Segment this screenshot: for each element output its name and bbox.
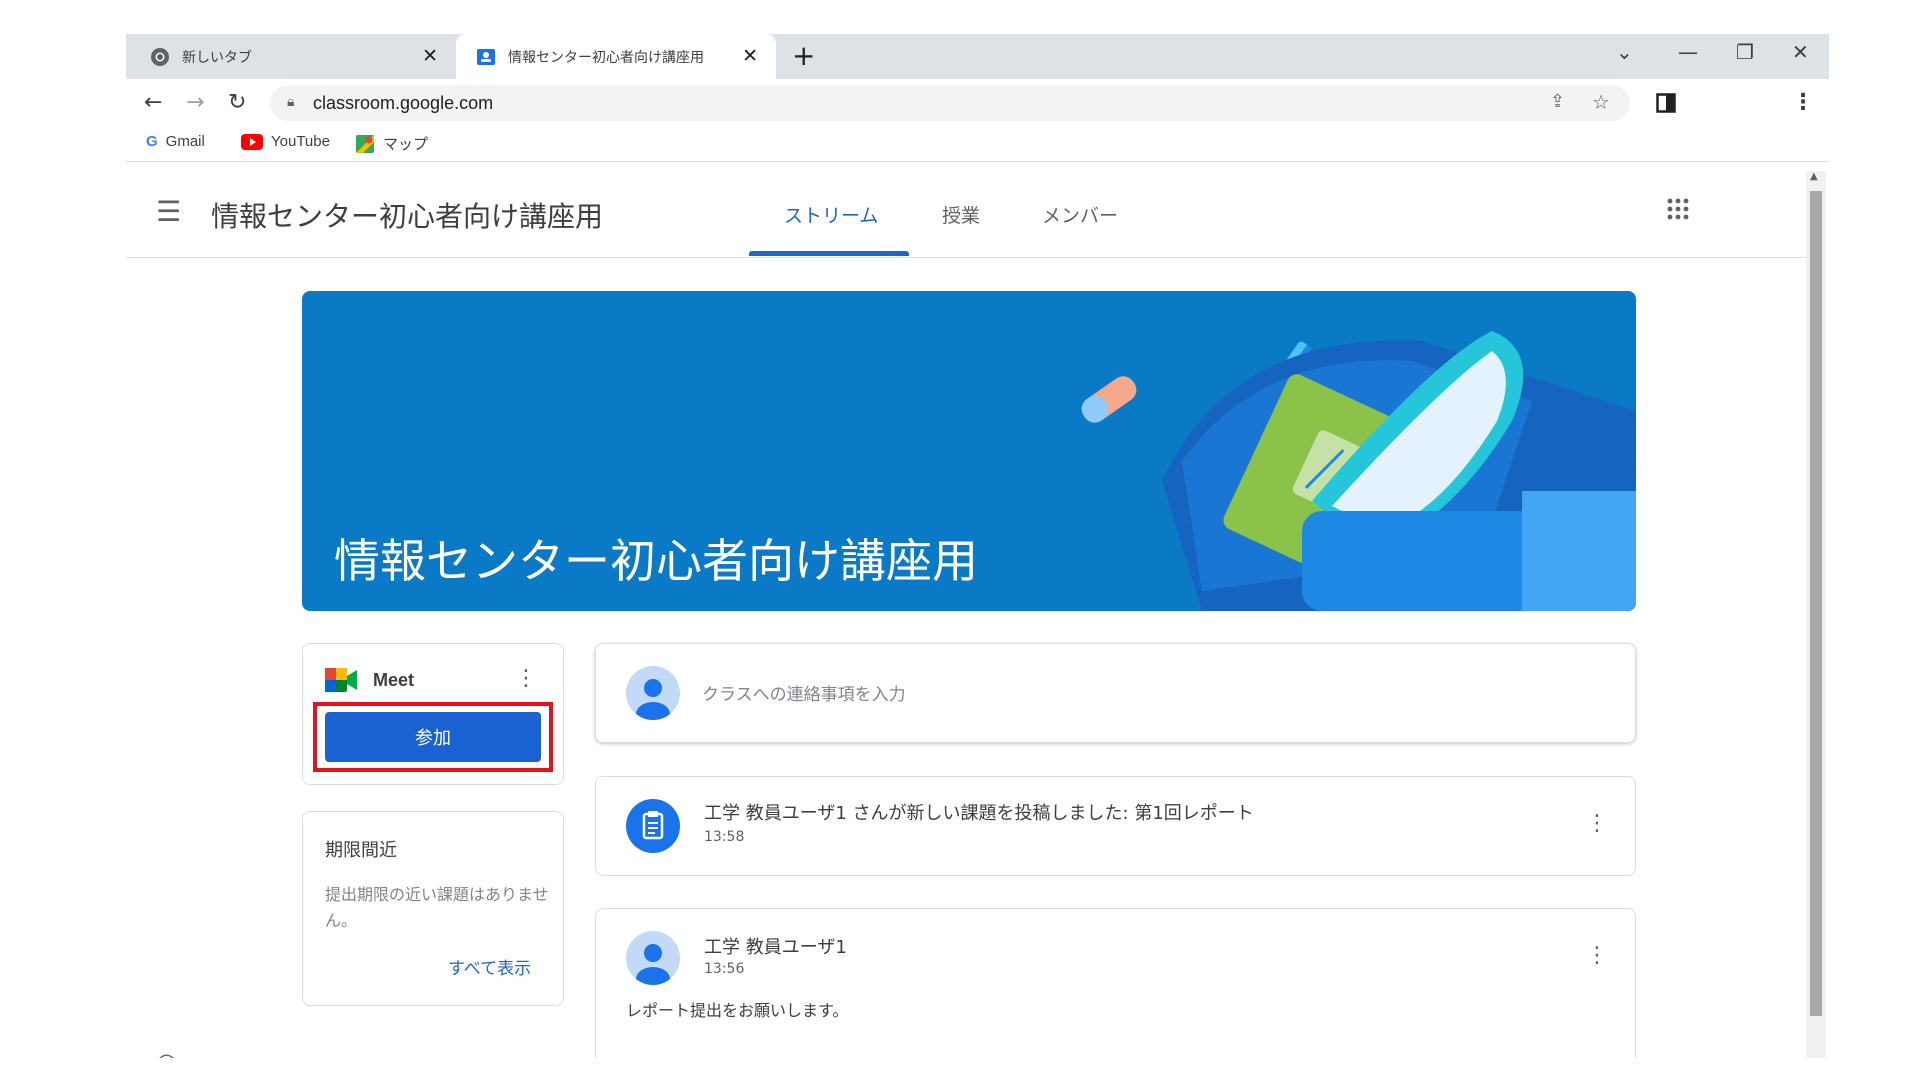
minimize-icon[interactable]: —	[1678, 40, 1698, 64]
browser-window: 新しいタブ ✕ 情報センター初心者向け講座用 ✕ + ⌄ — ❐ ✕ ← → ↻…	[126, 34, 1829, 1058]
classroom-header: ☰ 情報センター初心者向け講座用 ストリーム 授業 メンバー	[126, 171, 1806, 258]
stream-post: 工学 教員ユーザ1 13:56 ⋮ レポート提出をお願いします。	[595, 908, 1636, 1058]
avatar-icon	[626, 666, 680, 720]
scroll-up-icon[interactable]: ▲	[1810, 171, 1818, 182]
more-options-icon[interactable]: ⋮	[515, 666, 537, 691]
new-tab-button[interactable]: +	[792, 39, 815, 72]
tab-stream[interactable]: ストリーム	[784, 201, 878, 228]
bookmark-gmail[interactable]: G Gmail	[146, 133, 205, 150]
reload-icon[interactable]: ↻	[228, 90, 246, 115]
google-apps-icon[interactable]	[1666, 197, 1690, 221]
tab-classwork[interactable]: 授業	[942, 201, 980, 228]
post-time: 13:58	[704, 829, 745, 845]
tab-strip: 新しいタブ ✕ 情報センター初心者向け講座用 ✕ + ⌄ — ❐ ✕	[126, 34, 1829, 79]
scrollbar-thumb[interactable]	[1810, 191, 1822, 1016]
avatar-icon	[626, 931, 680, 985]
address-bar[interactable]: 🔒︎ classroom.google.com ⇪ ☆	[270, 85, 1630, 121]
banner-title[interactable]: 情報センター初心者向け講座用	[334, 525, 978, 591]
restore-icon[interactable]: ❐	[1736, 40, 1754, 64]
tab-members[interactable]: メンバー	[1042, 201, 1118, 228]
bookmark-label: YouTube	[271, 133, 330, 150]
more-options-icon[interactable]: ⋮	[1586, 943, 1608, 968]
post-author: 工学 教員ユーザ1	[704, 937, 847, 958]
post-title[interactable]: 工学 教員ユーザ1 さんが新しい課題を投稿しました: 第1回レポート	[704, 799, 1254, 825]
upcoming-title: 期限間近	[325, 840, 397, 861]
url-text[interactable]: classroom.google.com	[313, 93, 493, 114]
upcoming-card: 期限間近 提出期限の近い課題はありません。 すべて表示	[302, 811, 564, 1006]
close-icon[interactable]: ✕	[422, 45, 438, 67]
join-meet-button[interactable]: 参加	[325, 712, 541, 762]
active-tab-indicator	[749, 251, 909, 256]
post-body: レポート提出をお願いします。	[626, 1001, 849, 1020]
google-icon: G	[146, 133, 158, 150]
bookmarks-bar: G Gmail YouTube マップ	[126, 125, 1829, 162]
browser-toolbar: ← → ↻ 🔒︎ classroom.google.com ⇪ ☆ ⋮	[126, 79, 1829, 125]
hamburger-menu-icon[interactable]: ☰	[156, 195, 181, 228]
help-icon[interactable]: ◎	[156, 1048, 177, 1058]
lock-icon: 🔒︎	[287, 94, 295, 110]
share-icon[interactable]: ⇪	[1550, 91, 1565, 112]
classroom-page: ☰ 情報センター初心者向け講座用 ストリーム 授業 メンバー 情報センター初心者…	[126, 171, 1826, 1058]
tab-title: 新しいタブ	[182, 49, 252, 66]
back-icon[interactable]: ←	[144, 90, 162, 115]
upcoming-empty-message: 提出期限の近い課題はありません。	[325, 885, 549, 930]
bookmark-maps[interactable]: マップ	[355, 133, 428, 154]
classroom-icon	[477, 48, 495, 65]
forward-icon[interactable]: →	[186, 90, 204, 115]
post-time: 13:56	[704, 961, 745, 977]
more-options-icon[interactable]: ⋮	[1586, 811, 1608, 836]
view-all-link[interactable]: すべて表示	[448, 954, 531, 979]
browser-menu-icon[interactable]: ⋮	[1792, 90, 1814, 115]
tab-title: 情報センター初心者向け講座用	[508, 49, 704, 66]
close-icon[interactable]: ✕	[742, 45, 758, 67]
meet-icon	[325, 668, 357, 692]
assignment-icon	[626, 799, 680, 853]
bookmark-label: マップ	[383, 136, 429, 153]
meet-card: Meet ⋮ 参加	[302, 643, 564, 785]
scrollbar[interactable]: ▲	[1806, 171, 1826, 1058]
announcement-placeholder[interactable]: クラスへの連絡事項を入力	[702, 680, 906, 705]
class-title[interactable]: 情報センター初心者向け講座用	[211, 195, 603, 235]
announcement-composer[interactable]: クラスへの連絡事項を入力	[595, 643, 1636, 743]
stream-post[interactable]: 工学 教員ユーザ1 さんが新しい課題を投稿しました: 第1回レポート 13:58…	[595, 776, 1636, 876]
bookmark-label: Gmail	[165, 133, 205, 150]
youtube-icon	[241, 133, 263, 150]
tab-search-icon[interactable]: ⌄	[1616, 40, 1633, 64]
bookmark-star-icon[interactable]: ☆	[1592, 90, 1610, 114]
bookmark-youtube[interactable]: YouTube	[241, 133, 330, 150]
chrome-icon	[151, 47, 169, 66]
window-close-icon[interactable]: ✕	[1792, 40, 1809, 64]
side-panel-icon[interactable]	[1656, 93, 1676, 113]
maps-icon	[356, 134, 374, 153]
class-banner: 情報センター初心者向け講座用	[302, 291, 1636, 611]
meet-label: Meet	[373, 670, 415, 690]
tab-classroom[interactable]: 情報センター初心者向け講座用 ✕	[456, 34, 776, 79]
tab-new-tab[interactable]: 新しいタブ ✕	[126, 34, 456, 79]
